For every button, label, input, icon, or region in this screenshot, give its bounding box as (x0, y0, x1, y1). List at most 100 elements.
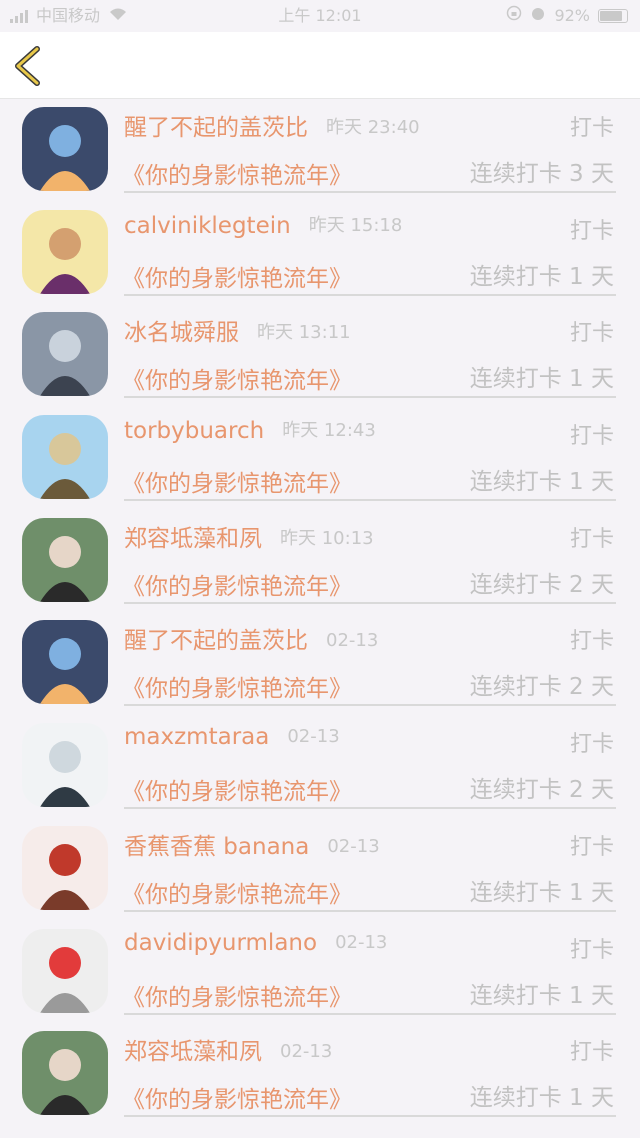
book-title[interactable]: 《你的身影惊艳流年》 (122, 772, 352, 806)
user-name[interactable]: 郑容坻藻和夙 昨天 10:13 (124, 519, 374, 553)
list-item[interactable]: 冰名城舜服 昨天 13:11 打卡 《你的身影惊艳流年》 连续打卡 1 天 (0, 303, 640, 406)
timestamp: 02-13 (326, 630, 379, 652)
book-title[interactable]: 《你的身影惊艳流年》 (122, 669, 352, 703)
checkin-button[interactable]: 打卡 (570, 315, 614, 347)
book-title[interactable]: 《你的身影惊艳流年》 (122, 156, 352, 190)
list-item[interactable]: 醒了不起的盖茨比 昨天 23:40 打卡 《你的身影惊艳流年》 连续打卡 3 天 (0, 98, 640, 201)
avatar[interactable] (22, 209, 108, 294)
streak-label: 连续打卡 1 天 (469, 1085, 614, 1112)
avatar-image (22, 723, 108, 808)
streak-label: 连续打卡 2 天 (469, 571, 614, 598)
avatar[interactable] (22, 107, 108, 191)
user-name-text: 郑容坻藻和夙 (124, 1039, 262, 1066)
avatar[interactable] (22, 1031, 108, 1116)
divider (124, 191, 616, 193)
checkin-button[interactable]: 打卡 (570, 932, 614, 964)
avatar[interactable] (22, 928, 108, 1013)
streak-label: 连续打卡 3 天 (469, 161, 614, 187)
lock-rotation-icon (506, 0, 522, 32)
list-item[interactable]: davidipyurmlano 02-13 打卡 《你的身影惊艳流年》 连续打卡 … (0, 920, 640, 1023)
battery-percent: 92% (554, 6, 590, 25)
avatar-image (22, 517, 108, 602)
user-name-text: 冰名城舜服 (124, 320, 239, 347)
avatar-image (22, 928, 108, 1013)
user-name-text: 香蕉香蕉 banana (124, 833, 310, 860)
checkin-button[interactable]: 打卡 (570, 213, 614, 245)
user-name[interactable]: torbybuarch 昨天 12:43 (124, 416, 376, 444)
checkin-button[interactable]: 打卡 (570, 418, 614, 450)
divider (124, 807, 616, 810)
checkin-button[interactable]: 打卡 (570, 726, 614, 758)
list-item[interactable]: 郑容坻藻和夙 02-13 打卡 《你的身影惊艳流年》 连续打卡 1 天 (0, 1022, 640, 1125)
checkin-button[interactable]: 打卡 (570, 110, 614, 142)
book-title[interactable]: 《你的身影惊艳流年》 (122, 259, 352, 293)
timestamp: 02-13 (335, 931, 388, 953)
user-name[interactable]: 醒了不起的盖茨比 昨天 23:40 (124, 108, 420, 142)
list-item[interactable]: 香蕉香蕉 banana 02-13 打卡 《你的身影惊艳流年》 连续打卡 1 天 (0, 817, 640, 920)
book-title[interactable]: 《你的身影惊艳流年》 (122, 978, 352, 1012)
list-item[interactable]: 醒了不起的盖茨比 02-13 打卡 《你的身影惊艳流年》 连续打卡 2 天 (0, 611, 640, 714)
status-bar: 中国移动 上午 12:01 92% (0, 0, 640, 32)
checkin-button[interactable]: 打卡 (570, 521, 614, 553)
avatar[interactable] (22, 415, 108, 500)
checkin-list: 醒了不起的盖茨比 昨天 23:40 打卡 《你的身影惊艳流年》 连续打卡 3 天 … (0, 98, 640, 1125)
user-name-text: davidipyurmlano (124, 929, 318, 956)
user-name-text: calviniklegtein (124, 212, 291, 239)
divider (124, 293, 616, 296)
user-name-text: maxzmtaraa (124, 724, 270, 751)
user-name[interactable]: 郑容坻藻和夙 02-13 (124, 1032, 332, 1066)
timestamp: 02-13 (280, 1041, 333, 1063)
book-title[interactable]: 《你的身影惊艳流年》 (122, 875, 352, 909)
avatar[interactable] (22, 517, 108, 602)
user-name-text: 醒了不起的盖茨比 (124, 628, 308, 655)
avatar[interactable] (22, 312, 108, 397)
timestamp: 昨天 15:18 (308, 214, 403, 236)
timestamp: 昨天 12:43 (282, 420, 376, 442)
avatar-image (22, 1031, 108, 1116)
chevron-left-icon (15, 46, 40, 86)
divider (124, 909, 616, 912)
book-title[interactable]: 《你的身影惊艳流年》 (122, 1080, 352, 1114)
user-name[interactable]: 香蕉香蕉 banana 02-13 (124, 827, 380, 861)
avatar-image (22, 620, 108, 705)
list-item[interactable]: torbybuarch 昨天 12:43 打卡 《你的身影惊艳流年》 连续打卡 1… (0, 406, 640, 509)
battery-icon (598, 9, 628, 23)
timestamp: 昨天 23:40 (326, 117, 420, 138)
checkin-button[interactable]: 打卡 (570, 623, 614, 655)
back-button[interactable] (10, 44, 50, 88)
timestamp: 02-13 (287, 726, 340, 748)
book-title[interactable]: 《你的身影惊艳流年》 (122, 361, 352, 395)
divider (124, 704, 616, 707)
list-item[interactable]: 郑容坻藻和夙 昨天 10:13 打卡 《你的身影惊艳流年》 连续打卡 2 天 (0, 509, 640, 612)
user-name-text: 醒了不起的盖茨比 (124, 115, 308, 141)
streak-label: 连续打卡 2 天 (469, 674, 614, 701)
user-name[interactable]: 冰名城舜服 昨天 13:11 (124, 313, 351, 347)
divider (124, 1012, 616, 1015)
avatar-image (22, 107, 108, 191)
avatar[interactable] (22, 825, 108, 910)
user-name-text: 郑容坻藻和夙 (124, 525, 262, 552)
avatar-image (22, 825, 108, 910)
divider (124, 499, 616, 502)
user-name[interactable]: calviniklegtein 昨天 15:18 (124, 211, 402, 239)
streak-label: 连续打卡 2 天 (469, 777, 614, 804)
streak-label: 连续打卡 1 天 (469, 469, 614, 496)
user-name[interactable]: davidipyurmlano 02-13 (124, 930, 387, 956)
user-name-text: torbybuarch (124, 418, 265, 445)
list-item[interactable]: maxzmtaraa 02-13 打卡 《你的身影惊艳流年》 连续打卡 2 天 (0, 714, 640, 817)
timestamp: 昨天 13:11 (257, 322, 351, 344)
avatar[interactable] (22, 723, 108, 808)
list-item[interactable]: calviniklegtein 昨天 15:18 打卡 《你的身影惊艳流年》 连续… (0, 201, 640, 304)
checkin-button[interactable]: 打卡 (570, 1034, 614, 1066)
book-title[interactable]: 《你的身影惊艳流年》 (122, 567, 352, 601)
timestamp: 昨天 10:13 (280, 527, 374, 549)
divider (124, 601, 616, 604)
book-title[interactable]: 《你的身影惊艳流年》 (122, 464, 352, 498)
timestamp: 02-13 (327, 835, 380, 857)
status-right: 92% (506, 0, 628, 32)
divider (124, 1115, 616, 1118)
user-name[interactable]: maxzmtaraa 02-13 (124, 724, 340, 750)
avatar[interactable] (22, 620, 108, 705)
user-name[interactable]: 醒了不起的盖茨比 02-13 (124, 621, 378, 655)
checkin-button[interactable]: 打卡 (570, 829, 614, 861)
